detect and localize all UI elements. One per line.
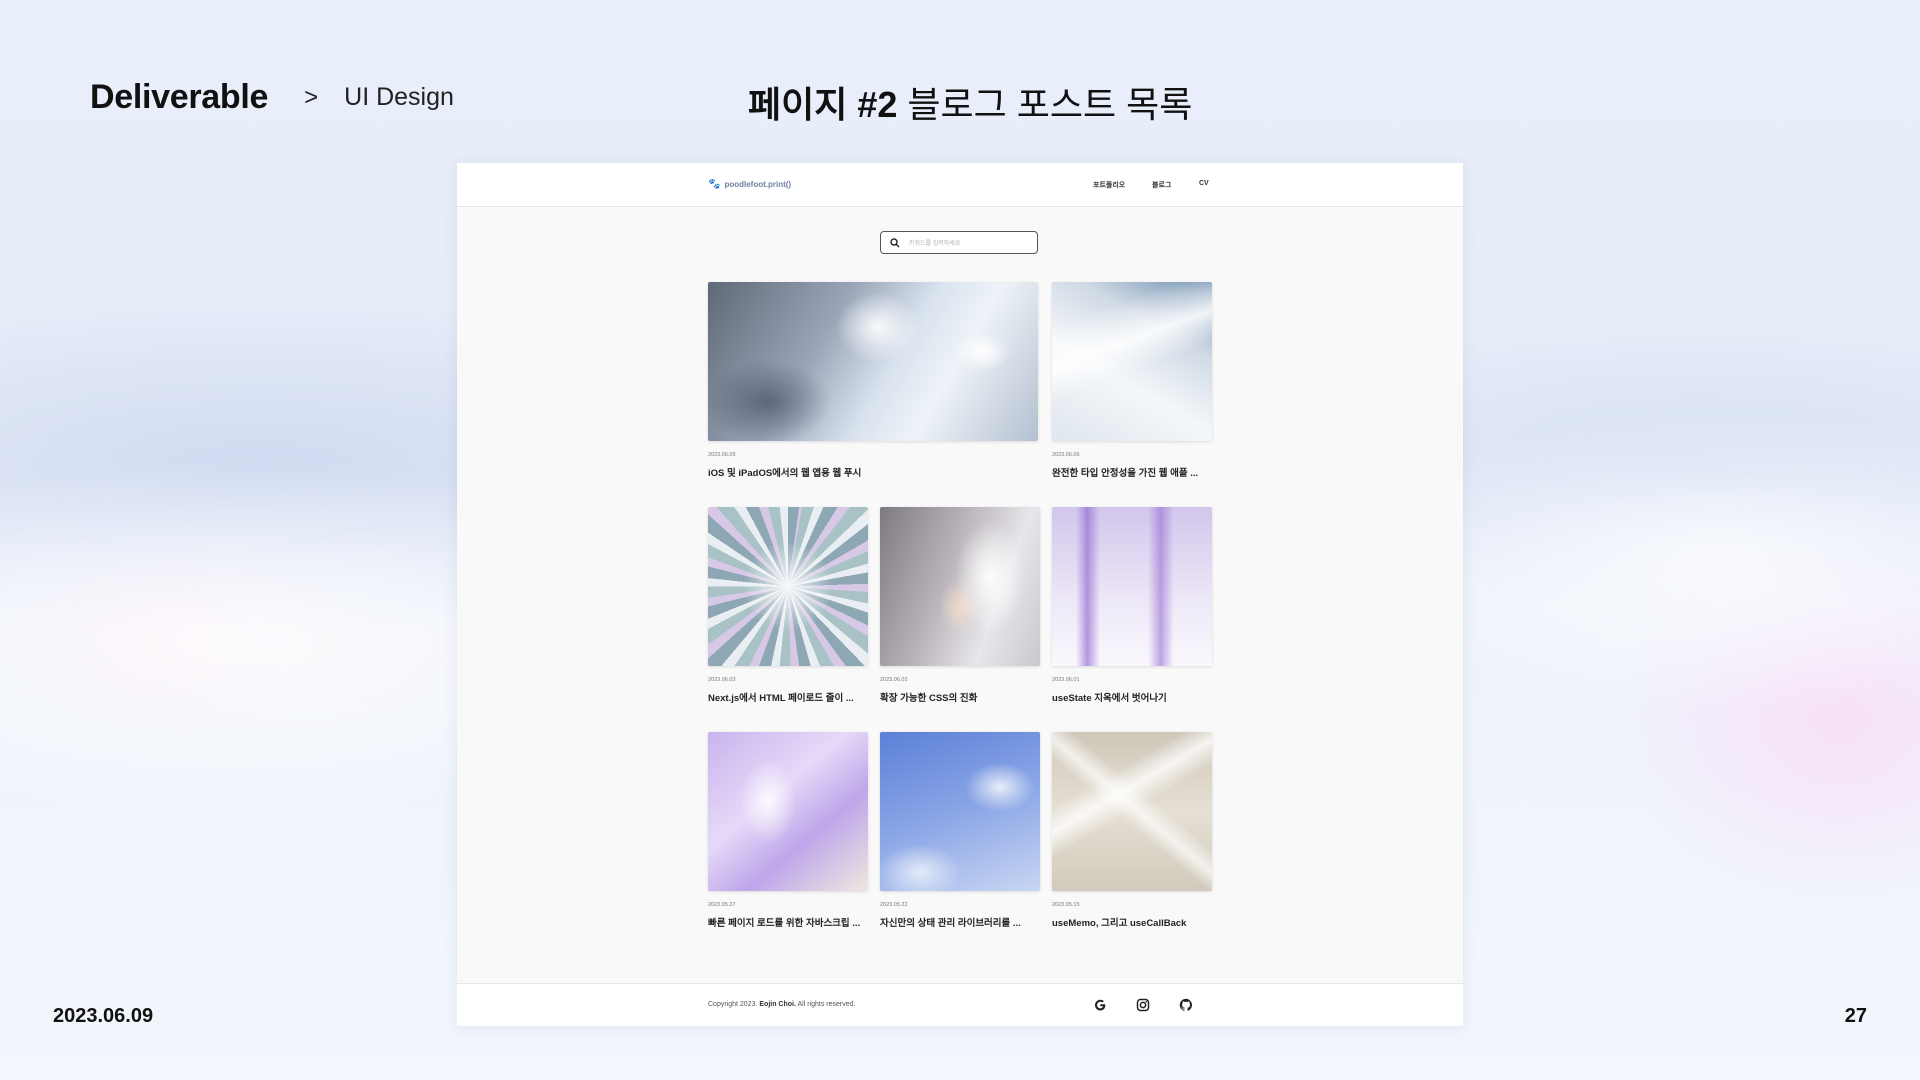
slide-date: 2023.06.09	[53, 1005, 154, 1027]
post-title[interactable]: useState 지옥에서 벗어나기	[1052, 690, 1212, 704]
post-thumbnail[interactable]	[1052, 732, 1212, 891]
slide-title-page: 페이지 #2	[748, 84, 898, 125]
post-title[interactable]: iOS 및 iPadOS에서의 웹 앱용 웹 푸시	[708, 465, 1038, 479]
post-thumbnail[interactable]	[708, 507, 868, 666]
post-card[interactable]: 2023.05.27 빠른 페이지 로드를 위한 자바스크립 ...	[708, 732, 868, 929]
post-thumbnail[interactable]	[880, 732, 1040, 891]
nav-item-cv[interactable]: CV	[1199, 180, 1209, 187]
post-title[interactable]: 자신만의 상태 관리 라이브러리를 ...	[880, 915, 1040, 929]
post-title[interactable]: useMemo, 그리고 useCallBack	[1052, 915, 1212, 929]
paw-icon: 🐾	[708, 179, 721, 190]
post-card[interactable]: 2023.05.15 useMemo, 그리고 useCallBack	[1052, 732, 1212, 929]
post-thumbnail[interactable]	[1052, 507, 1212, 666]
slide-title-text: 블로그 포스트 목록	[897, 84, 1193, 125]
breadcrumb: Deliverable > UI Design	[90, 78, 454, 117]
post-thumbnail[interactable]	[1052, 282, 1212, 441]
post-card[interactable]: 2023.05.22 자신만의 상태 관리 라이브러리를 ...	[880, 732, 1040, 929]
post-title[interactable]: 확장 가능한 CSS의 진화	[880, 690, 1040, 704]
post-card[interactable]: 2023.06.09 iOS 및 iPadOS에서의 웹 앱용 웹 푸시	[708, 282, 1038, 479]
post-title[interactable]: 완전한 타입 안정성을 가진 웹 애플 ...	[1052, 465, 1212, 479]
slide-title: 페이지 #2 블로그 포스트 목록	[748, 76, 1192, 128]
google-icon[interactable]	[1092, 997, 1108, 1013]
post-card[interactable]: 2023.06.01 useState 지옥에서 벗어나기	[1052, 507, 1212, 704]
instagram-icon[interactable]	[1135, 997, 1151, 1013]
copyright-prefix: Copyright 2023.	[708, 1001, 758, 1008]
post-card[interactable]: 2023.06.03 Next.js에서 HTML 페이로드 줄이 ...	[708, 507, 868, 704]
post-date: 2023.06.06	[1052, 452, 1080, 458]
post-date: 2023.05.27	[708, 902, 736, 908]
breadcrumb-section: Deliverable	[90, 78, 269, 116]
post-title[interactable]: Next.js에서 HTML 페이로드 줄이 ...	[708, 690, 868, 704]
nav-item-blog[interactable]: 블로그	[1152, 180, 1171, 190]
post-date: 2023.06.01	[1052, 677, 1080, 683]
site-header: 🐾 poodlefoot.print() 포트폴리오 블로그 CV	[457, 163, 1463, 207]
website-mockup: 🐾 poodlefoot.print() 포트폴리오 블로그 CV 2023.0…	[457, 163, 1463, 1026]
search-input[interactable]	[907, 235, 1031, 252]
post-thumbnail[interactable]	[708, 732, 868, 891]
slide-page-number: 27	[1844, 1005, 1867, 1027]
breadcrumb-subsection: UI Design	[344, 83, 454, 111]
copyright-suffix: All rights reserved.	[797, 1001, 856, 1008]
post-date: 2023.05.15	[1052, 902, 1080, 908]
site-logo[interactable]: 🐾 poodlefoot.print()	[708, 179, 791, 190]
post-card[interactable]: 2023.06.02 확장 가능한 CSS의 진화	[880, 507, 1040, 704]
post-date: 2023.06.03	[708, 677, 736, 683]
site-footer: Copyright 2023. Eojin Choi. All rights r…	[457, 983, 1463, 1026]
github-icon[interactable]	[1178, 997, 1194, 1013]
search-icon	[890, 238, 900, 248]
post-thumbnail[interactable]	[708, 282, 1038, 441]
post-card[interactable]: 2023.06.06 완전한 타입 안정성을 가진 웹 애플 ...	[1052, 282, 1212, 479]
post-date: 2023.05.22	[880, 902, 908, 908]
copyright: Copyright 2023. Eojin Choi. All rights r…	[708, 1001, 855, 1008]
breadcrumb-separator: >	[304, 83, 319, 111]
search-box	[880, 231, 1038, 254]
copyright-name: Eojin Choi.	[759, 1001, 796, 1008]
post-thumbnail[interactable]	[880, 507, 1040, 666]
post-date: 2023.06.02	[880, 677, 908, 683]
logo-text: poodlefoot.print()	[724, 180, 792, 189]
post-date: 2023.06.09	[708, 452, 736, 458]
post-title[interactable]: 빠른 페이지 로드를 위한 자바스크립 ...	[708, 915, 868, 929]
nav-item-portfolio[interactable]: 포트폴리오	[1093, 180, 1125, 190]
